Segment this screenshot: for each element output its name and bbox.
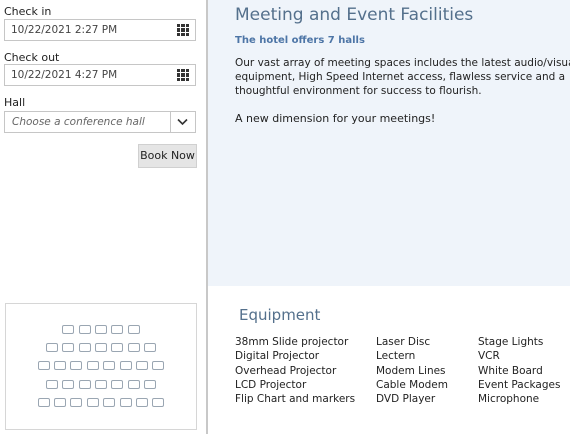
seat: [127, 325, 140, 334]
equipment-title: Equipment: [239, 306, 321, 324]
equipment-item: VCR: [478, 350, 500, 363]
seat: [136, 397, 148, 407]
seat: [62, 379, 75, 389]
seat: [111, 379, 124, 389]
equipment-item: LCD Projector: [235, 378, 307, 391]
seat: [95, 343, 107, 353]
seat: [95, 379, 107, 389]
facilities-subtitle: The hotel offers 7 halls: [235, 35, 365, 46]
equipment-item: Cable Modem: [376, 378, 448, 391]
seat: [127, 379, 140, 389]
seat: [78, 343, 91, 353]
equipment-item: Event Packages: [478, 378, 561, 391]
seat: [103, 361, 116, 371]
seat: [70, 397, 83, 407]
equipment-item: Laser Disc: [376, 336, 431, 348]
equipment-item: Microphone: [478, 393, 540, 406]
seat: [78, 325, 91, 334]
seat: [119, 397, 132, 407]
equipment-column-1: 38mm Slide projector Digital Projector O…: [235, 335, 355, 406]
calendar-icon[interactable]: [171, 65, 195, 85]
seat: [45, 379, 58, 389]
seat: [70, 361, 83, 371]
hall-select[interactable]: Choose a conference hall: [4, 111, 196, 133]
equipment-item: Stage Lights: [478, 336, 544, 348]
equipment-item: White Board: [478, 364, 543, 377]
check-in-value: 10/22/2021 2:27 PM: [11, 24, 118, 36]
equipment-item: Lectern: [376, 350, 416, 363]
seat: [103, 397, 116, 407]
book-now-button[interactable]: Book Now: [138, 144, 197, 168]
facilities-section: Meeting and Event Facilities The hotel o…: [208, 0, 570, 286]
seat: [144, 379, 157, 389]
seat: [62, 325, 75, 334]
hall-placeholder: Choose a conference hall: [12, 116, 145, 128]
seat: [152, 361, 165, 371]
check-out-label: Check out: [4, 51, 60, 64]
seat: [62, 343, 75, 353]
seat: [136, 361, 148, 371]
hall-seating-map: [5, 303, 197, 430]
seat: [119, 361, 132, 371]
seat: [54, 397, 66, 407]
facilities-paragraph: Our vast array of meeting spaces include…: [235, 57, 570, 97]
equipment-item: 38mm Slide projector: [235, 336, 349, 348]
check-out-value: 10/22/2021 4:27 PM: [11, 69, 118, 81]
check-in-field[interactable]: 10/22/2021 2:27 PM: [4, 19, 196, 41]
equipment-column-3: Stage Lights VCR White Board Event Packa…: [478, 335, 560, 406]
equipment-column-2: Laser Disc Lectern Modem Lines Cable Mod…: [376, 335, 448, 406]
check-in-label: Check in: [4, 5, 52, 18]
seat: [86, 361, 99, 371]
seat: [95, 325, 107, 334]
facilities-tagline: A new dimension for your meetings!: [235, 112, 436, 125]
seat: [54, 361, 66, 371]
seat: [111, 325, 124, 334]
seat: [37, 361, 50, 371]
calendar-icon[interactable]: [171, 20, 195, 40]
seat: [111, 343, 124, 353]
equipment-item: Flip Chart and markers: [235, 393, 356, 406]
equipment-item: Digital Projector: [235, 350, 320, 363]
content-panel: Meeting and Event Facilities The hotel o…: [208, 0, 570, 434]
booking-panel: Check in 10/22/2021 2:27 PM Check out 10…: [0, 0, 206, 434]
seat: [127, 343, 140, 353]
seat: [144, 343, 157, 353]
hall-label: Hall: [4, 96, 26, 109]
equipment-item: DVD Player: [376, 393, 436, 406]
equipment-item: Modem Lines: [376, 364, 446, 377]
seat: [86, 397, 99, 407]
chevron-down-icon[interactable]: [170, 112, 195, 132]
seat: [78, 379, 91, 389]
equipment-item: Overhead Projector: [235, 364, 337, 377]
seat: [152, 397, 165, 407]
seat: [45, 343, 58, 353]
seat: [37, 397, 50, 407]
check-out-field[interactable]: 10/22/2021 4:27 PM: [4, 64, 196, 86]
facilities-title: Meeting and Event Facilities: [235, 5, 474, 25]
